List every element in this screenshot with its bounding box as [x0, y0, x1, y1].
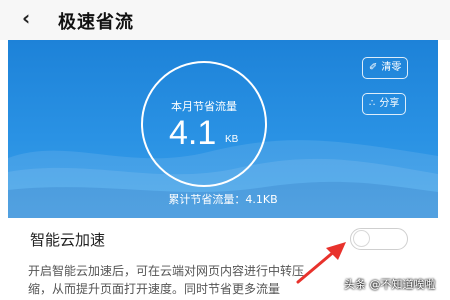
annotation-arrow — [296, 242, 346, 284]
watermark: 头条 @不知道唉啦 — [344, 278, 436, 291]
